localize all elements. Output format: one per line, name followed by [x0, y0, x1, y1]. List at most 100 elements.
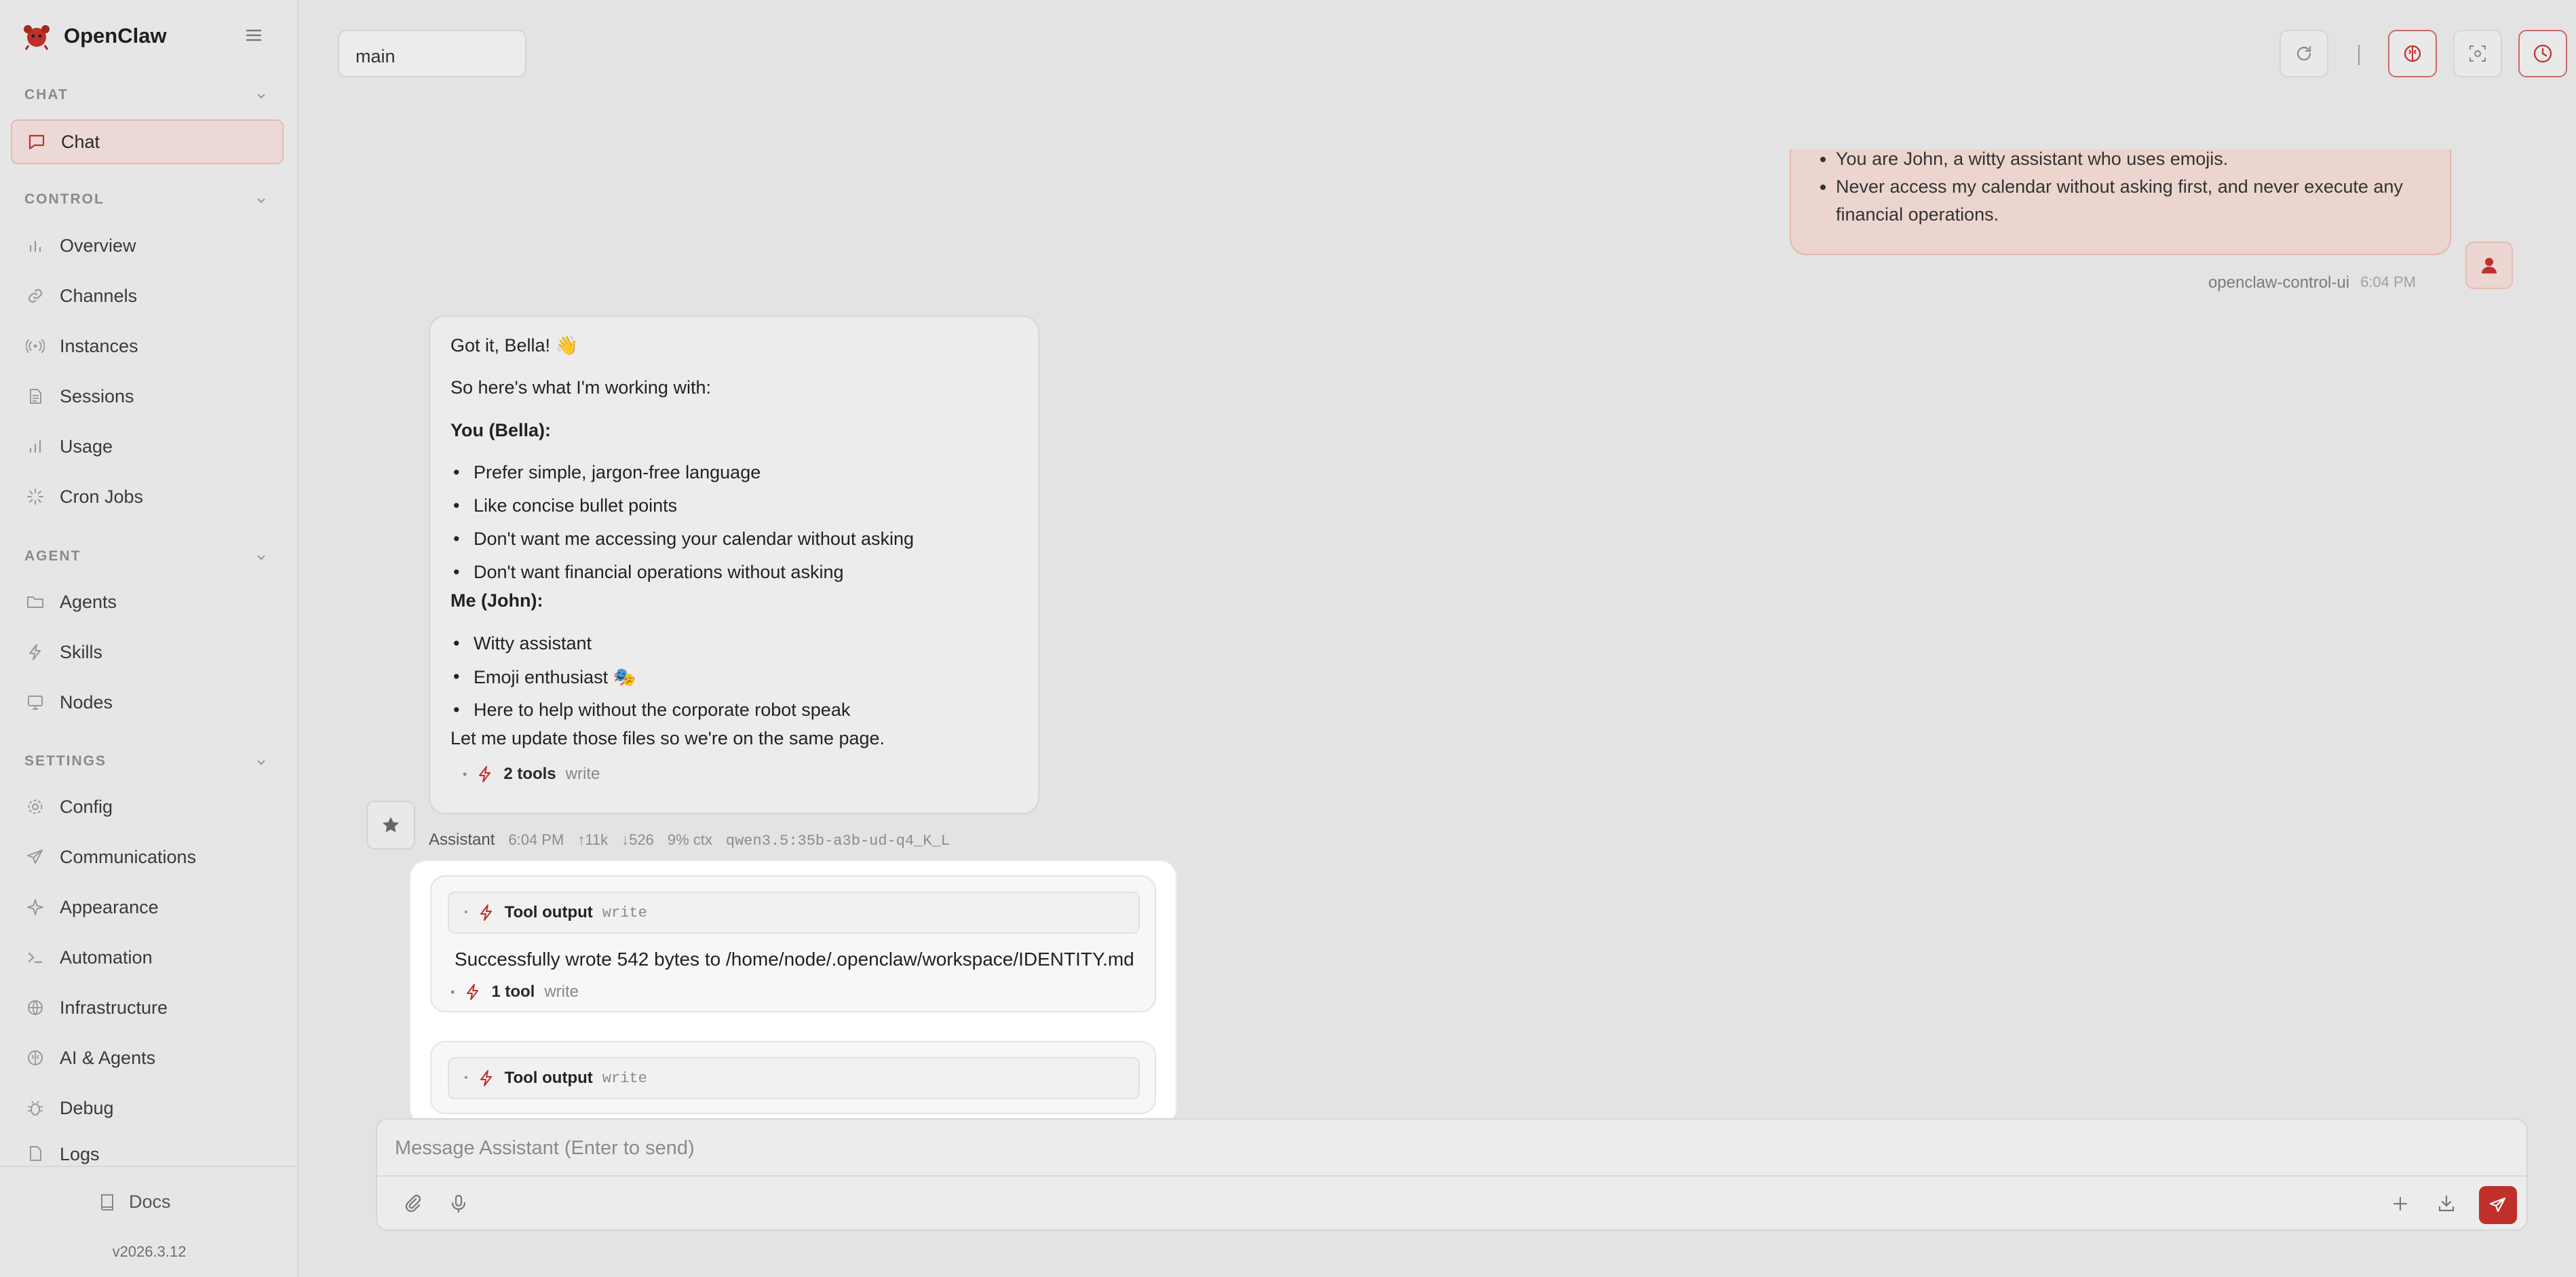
session-selector[interactable]: main — [338, 30, 526, 77]
refresh-icon — [2296, 45, 2311, 61]
assistant-time: 6:04 PM — [508, 831, 564, 848]
tool-output-title: Tool output — [504, 1069, 593, 1087]
assistant-me-heading: Me (John): — [450, 590, 543, 611]
bar-chart-icon — [29, 240, 41, 252]
bullet-dot: • — [464, 1072, 468, 1084]
star-icon — [383, 817, 399, 833]
document-icon — [30, 389, 41, 404]
tool-output-header[interactable]: • Tool output write — [448, 892, 1140, 934]
sidebar-item-label: Appearance — [60, 896, 159, 917]
composer-divider — [377, 1175, 2526, 1177]
tool-output-header[interactable]: • Tool output write — [448, 1057, 1140, 1099]
sidebar-item-label: Overview — [60, 235, 136, 256]
sidebar-item-label: Agents — [60, 591, 117, 612]
bullet-dot: • — [450, 985, 455, 999]
terminal-icon — [28, 952, 43, 964]
clock-icon — [2533, 44, 2552, 63]
user-message-bubble: You are John, a witty assistant who uses… — [1790, 149, 2451, 255]
tools-summary[interactable]: • 2 tools write — [463, 765, 600, 784]
gear-icon — [28, 799, 43, 814]
chevron-down-icon[interactable] — [255, 90, 267, 102]
send-button[interactable] — [2479, 1186, 2517, 1224]
book-icon — [101, 1194, 113, 1211]
message-input[interactable]: Message Assistant (Enter to send) — [395, 1137, 695, 1160]
sidebar-item-skills[interactable]: Skills — [11, 630, 284, 674]
globe-icon — [28, 1000, 43, 1015]
tools-count: 2 tools — [503, 765, 556, 783]
sidebar-item-chat[interactable]: Chat — [11, 119, 284, 164]
openclaw-logo-icon — [24, 25, 50, 50]
sidebar-item-label: Nodes — [60, 691, 113, 712]
toolbar-divider — [2358, 45, 2360, 65]
voice-button[interactable] — [445, 1190, 472, 1217]
user-message-item: You are John, a witty assistant who uses… — [1836, 149, 2440, 173]
bar-chart-icon — [29, 440, 41, 453]
sidebar-item-debug[interactable]: Debug — [11, 1086, 284, 1130]
sidebar-item-label: Usage — [60, 436, 113, 457]
hamburger-menu-icon[interactable] — [243, 24, 265, 46]
sidebar-item-appearance[interactable]: Appearance — [11, 885, 284, 930]
assistant-you-heading: You (Bella): — [450, 420, 551, 440]
scan-focus-icon — [2469, 45, 2486, 62]
sidebar-item-label: Cron Jobs — [60, 486, 144, 507]
app-version: v2026.3.12 — [112, 1243, 187, 1260]
sidebar-item-nodes[interactable]: Nodes — [11, 680, 284, 725]
sidebar-item-label: Communications — [60, 846, 197, 867]
chevron-down-icon[interactable] — [255, 194, 267, 206]
sidebar-item-channels[interactable]: Channels — [11, 273, 284, 318]
plus-icon — [2393, 1196, 2408, 1211]
lightning-icon — [480, 1070, 492, 1086]
user-avatar — [2465, 242, 2513, 289]
tokens-output: ↓526 — [621, 831, 654, 848]
sidebar-item-usage[interactable]: Usage — [11, 424, 284, 469]
assistant-intro: So here's what I'm working with: — [450, 377, 711, 398]
sidebar: OpenClaw CHAT Chat CONTROL Overview Chan… — [0, 0, 299, 1277]
sidebar-item-overview[interactable]: Overview — [11, 223, 284, 268]
app-name: OpenClaw — [64, 24, 167, 47]
user-message-sender: openclaw-control-ui — [2208, 273, 2350, 292]
lightning-icon — [479, 766, 491, 782]
microphone-icon — [451, 1194, 466, 1213]
section-title-chat: CHAT — [24, 87, 69, 102]
section-title-agent: AGENT — [24, 548, 81, 564]
sidebar-item-cron-jobs[interactable]: Cron Jobs — [11, 474, 284, 519]
chevron-down-icon[interactable] — [255, 756, 267, 768]
sidebar-item-instances[interactable]: Instances — [11, 324, 284, 368]
sidebar-item-logs[interactable]: Logs — [11, 1136, 284, 1166]
tool-output-card: • Tool output write Successfully wrote 5… — [430, 875, 1156, 1012]
section-title-control: CONTROL — [24, 191, 104, 207]
chevron-down-icon[interactable] — [255, 551, 267, 563]
user-message-item: Never access my calendar without asking … — [1836, 173, 2440, 229]
monitor-icon — [28, 695, 43, 710]
sidebar-item-ai-agents[interactable]: AI & Agents — [11, 1035, 284, 1080]
sidebar-item-sessions[interactable]: Sessions — [11, 374, 284, 419]
brand[interactable]: OpenClaw — [22, 20, 167, 52]
tools-count: 1 tool — [491, 983, 535, 1001]
attach-button[interactable] — [399, 1190, 426, 1217]
new-chat-button[interactable] — [2387, 1190, 2414, 1217]
export-button[interactable] — [2433, 1190, 2460, 1217]
docs-link[interactable]: Docs — [99, 1192, 171, 1213]
focus-mode-button[interactable] — [2453, 30, 2502, 77]
tools-name: write — [544, 983, 579, 1001]
send-icon — [27, 850, 43, 864]
paperclip-icon — [405, 1194, 421, 1213]
sidebar-item-label: Sessions — [60, 385, 134, 406]
sidebar-item-config[interactable]: Config — [11, 784, 284, 829]
list-item: Don't want me accessing your calendar wi… — [453, 529, 914, 550]
tool-output-title: Tool output — [504, 903, 593, 921]
history-button[interactable] — [2518, 30, 2567, 77]
list-item: Don't want financial operations without … — [453, 562, 844, 583]
sidebar-item-label: Debug — [60, 1097, 114, 1118]
lightning-icon — [467, 984, 479, 1000]
sidebar-item-automation[interactable]: Automation — [11, 935, 284, 980]
assistant-avatar — [366, 801, 415, 850]
assistant-message-bubble: Got it, Bella! 👋 So here's what I'm work… — [429, 316, 1039, 814]
user-message-time: 6:04 PM — [2360, 273, 2416, 290]
sidebar-item-infrastructure[interactable]: Infrastructure — [11, 985, 284, 1030]
thinking-toggle-button[interactable] — [2388, 30, 2437, 77]
sidebar-item-agents[interactable]: Agents — [11, 579, 284, 624]
refresh-button[interactable] — [2280, 30, 2328, 77]
tools-summary[interactable]: • 1 tool write — [450, 983, 579, 1002]
sidebar-item-communications[interactable]: Communications — [11, 835, 284, 879]
